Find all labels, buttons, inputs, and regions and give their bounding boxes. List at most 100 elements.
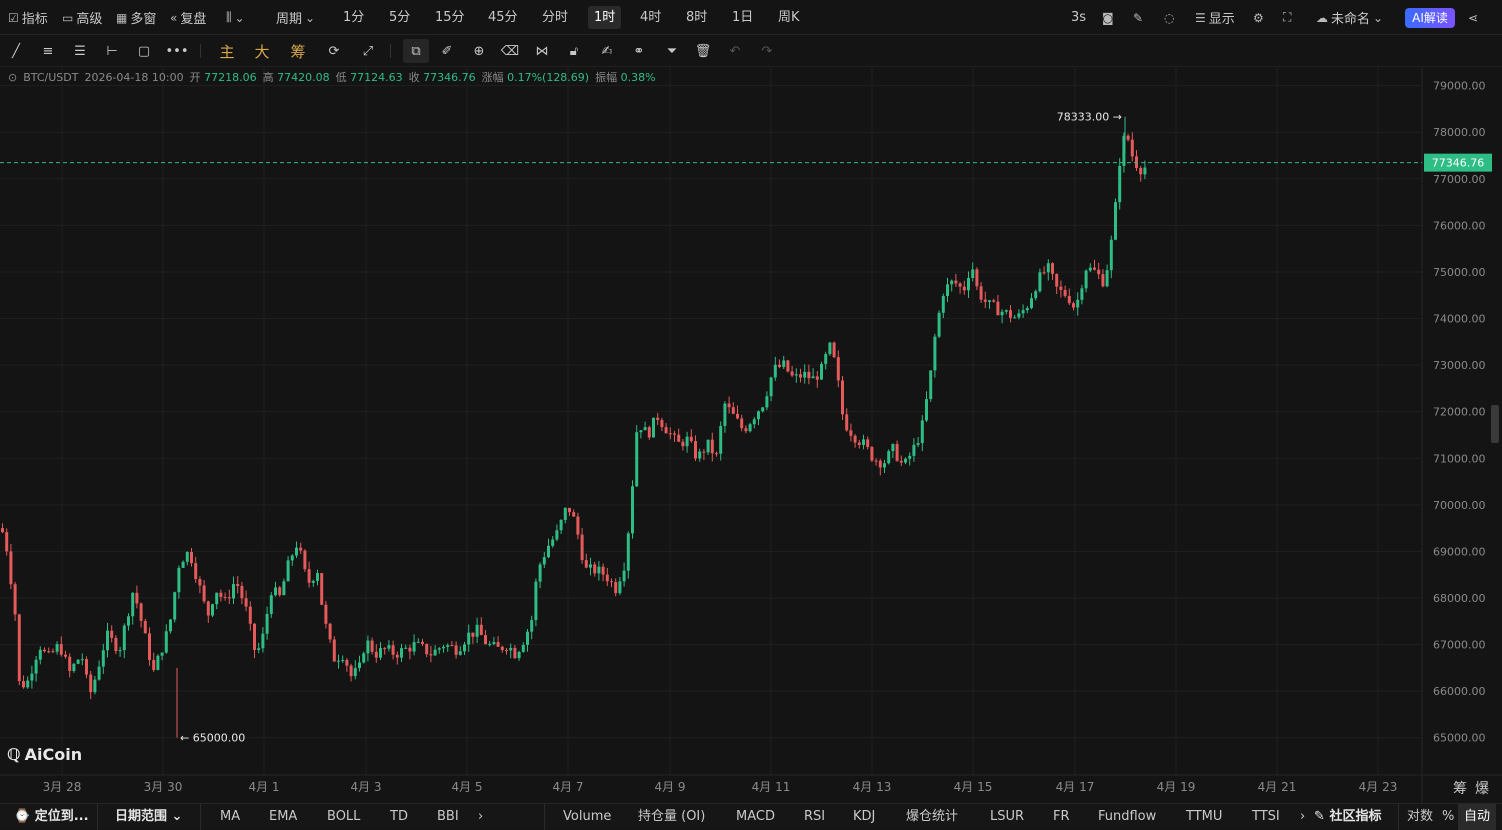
tab-period-7[interactable]: 8时 — [680, 6, 713, 29]
percent-scale-toggle[interactable]: % — [1442, 804, 1454, 830]
sub-indicator-2[interactable]: MACD — [736, 804, 775, 830]
tab-period-2[interactable]: 15分 — [429, 6, 471, 29]
layout-name-dropdown[interactable]: ☁ 未命名 ⌄ — [1316, 0, 1383, 35]
tab-period-6[interactable]: 4时 — [634, 6, 667, 29]
main-indicator-1[interactable]: EMA — [269, 804, 297, 830]
share-icon[interactable]: ⋖ — [1468, 0, 1478, 35]
sub-indicator-9[interactable]: TTMU — [1186, 804, 1222, 830]
collapse-icon[interactable]: ⊙ — [8, 71, 17, 84]
sub-indicator-7[interactable]: FR — [1053, 804, 1070, 830]
candle-body — [127, 616, 130, 626]
candle-body — [593, 564, 597, 574]
main-indicator-3[interactable]: TD — [390, 804, 408, 830]
candle-body — [526, 631, 529, 645]
panel-toggle-handle[interactable] — [1491, 405, 1499, 443]
candle-body — [542, 557, 546, 565]
tab-period-3[interactable]: 45分 — [482, 6, 524, 29]
chart-type-button[interactable]: ⫼ ⌄ — [226, 0, 245, 35]
divider — [200, 44, 201, 58]
divider — [544, 804, 545, 830]
ruler-icon[interactable]: ✐ — [434, 35, 460, 67]
more-tools-icon[interactable]: ••• — [164, 35, 190, 67]
advanced-button[interactable]: ▭ 高级 — [62, 0, 102, 35]
sub-indicator-1[interactable]: 持仓量 (OI) — [638, 804, 705, 830]
candle-body — [572, 512, 576, 517]
chips-button[interactable]: 筹 — [285, 35, 311, 67]
filter-icon[interactable]: ⏷ — [659, 35, 685, 67]
settings-icon[interactable]: ⚙ — [1253, 0, 1264, 35]
sub-indicator-0[interactable]: Volume — [563, 804, 611, 830]
comment-icon[interactable]: ◌ — [1164, 0, 1174, 35]
big-order-button[interactable]: 大 — [249, 35, 275, 67]
main-indicator-0[interactable]: MA — [220, 804, 240, 830]
main-indicator-2[interactable]: BOLL — [327, 804, 360, 830]
eraser-icon[interactable]: ⌫ — [497, 35, 523, 67]
locate-button[interactable]: ⌚ 定位到... — [14, 804, 89, 830]
sub-indicator-6[interactable]: LSUR — [990, 804, 1024, 830]
main-force-button[interactable]: 主 — [214, 35, 240, 67]
copy-tool-icon[interactable]: ⧉ — [403, 39, 429, 63]
line-tool-icon[interactable]: ╱ — [3, 35, 29, 67]
edit-icon[interactable]: ✍ — [594, 35, 620, 67]
period-dropdown[interactable]: 周期 ⌄ — [276, 0, 315, 35]
parallel-lines-icon[interactable]: ☰ — [67, 35, 93, 67]
undo-icon[interactable]: ↶ — [722, 35, 748, 67]
chips-distribution-toggle[interactable]: 筹 — [1453, 780, 1467, 797]
candle-body — [290, 555, 294, 561]
replay-button[interactable]: «复盘 — [170, 0, 206, 35]
tab-period-9[interactable]: 周K — [772, 6, 806, 29]
zoom-icon[interactable]: ⊕ — [466, 35, 492, 67]
horizontal-ray-icon[interactable]: ⊢ — [99, 35, 125, 67]
divider — [390, 44, 391, 58]
multi-window-button[interactable]: ▦ 多窗 — [116, 0, 156, 35]
price-chart[interactable]: 79000.00 78000.00 77000.00 76000.00 75000.00… — [0, 67, 1502, 803]
candle-body — [303, 550, 307, 570]
candle-body — [967, 277, 970, 291]
candle-body — [954, 280, 958, 284]
candle-body — [484, 635, 487, 645]
link-icon[interactable]: ⚭ — [626, 35, 652, 67]
ai-interpret-button[interactable]: AI解读 — [1405, 8, 1455, 28]
horizontal-lines-icon[interactable]: ≡ — [35, 35, 61, 67]
trash-icon[interactable]: 🗑︎ — [690, 35, 716, 67]
tab-period-1[interactable]: 5分 — [383, 6, 416, 29]
magnet-icon[interactable]: ⋈ — [529, 35, 555, 67]
date-range-dropdown[interactable]: 日期范围 ⌄ — [115, 804, 182, 830]
redo-icon[interactable]: ↷ — [754, 35, 780, 67]
sub-indicator-3[interactable]: RSI — [804, 804, 825, 830]
candle-body — [849, 430, 853, 436]
sub-indicator-4[interactable]: KDJ — [853, 804, 875, 830]
tab-period-4[interactable]: 分时 — [536, 6, 574, 29]
candle-body — [311, 580, 315, 583]
display-button[interactable]: ☰ 显示 — [1195, 0, 1235, 35]
sync-icon[interactable]: ⟳ — [321, 35, 347, 67]
sub-indicator-10[interactable]: TTSI — [1252, 804, 1280, 830]
tab-period-5[interactable]: 1时 — [588, 6, 622, 29]
lock-icon[interactable]: 🔓︎ — [561, 35, 587, 67]
candle-body — [744, 428, 748, 432]
tab-period-0[interactable]: 1分 — [337, 6, 370, 29]
rectangle-icon[interactable]: ▢ — [131, 35, 157, 67]
refresh-interval[interactable]: 3s — [1071, 0, 1086, 35]
candle-body — [719, 425, 723, 454]
sub-indicator-5[interactable]: 爆仓统计 — [906, 804, 958, 830]
chevron-right-icon[interactable]: › — [478, 804, 483, 830]
candle-body — [383, 648, 387, 650]
log-scale-toggle[interactable]: 对数 — [1407, 804, 1433, 830]
pencil-icon[interactable]: ✎ — [1133, 0, 1143, 35]
chevron-right-icon[interactable]: › — [1300, 804, 1305, 830]
fullscreen-icon[interactable]: ⛶ — [1283, 0, 1291, 35]
main-indicator-4[interactable]: BBI — [437, 804, 459, 830]
sub-indicator-8[interactable]: Fundflow — [1098, 804, 1156, 830]
candle-body — [845, 414, 849, 431]
camera-icon[interactable]: ◙ — [1102, 0, 1114, 35]
tab-period-8[interactable]: 1日 — [726, 6, 759, 29]
liquidation-toggle[interactable]: 爆 — [1475, 781, 1489, 797]
candle-body — [244, 598, 248, 607]
trend-tool-icon[interactable]: ⤢ — [355, 35, 381, 67]
community-indicators-button[interactable]: ✎ 社区指标 — [1314, 804, 1381, 830]
indicators-button[interactable]: ☑ 指标 — [8, 0, 48, 35]
auto-scale-toggle[interactable]: 自动 — [1458, 804, 1497, 830]
candle-body — [412, 642, 416, 652]
candle-body — [269, 595, 273, 614]
